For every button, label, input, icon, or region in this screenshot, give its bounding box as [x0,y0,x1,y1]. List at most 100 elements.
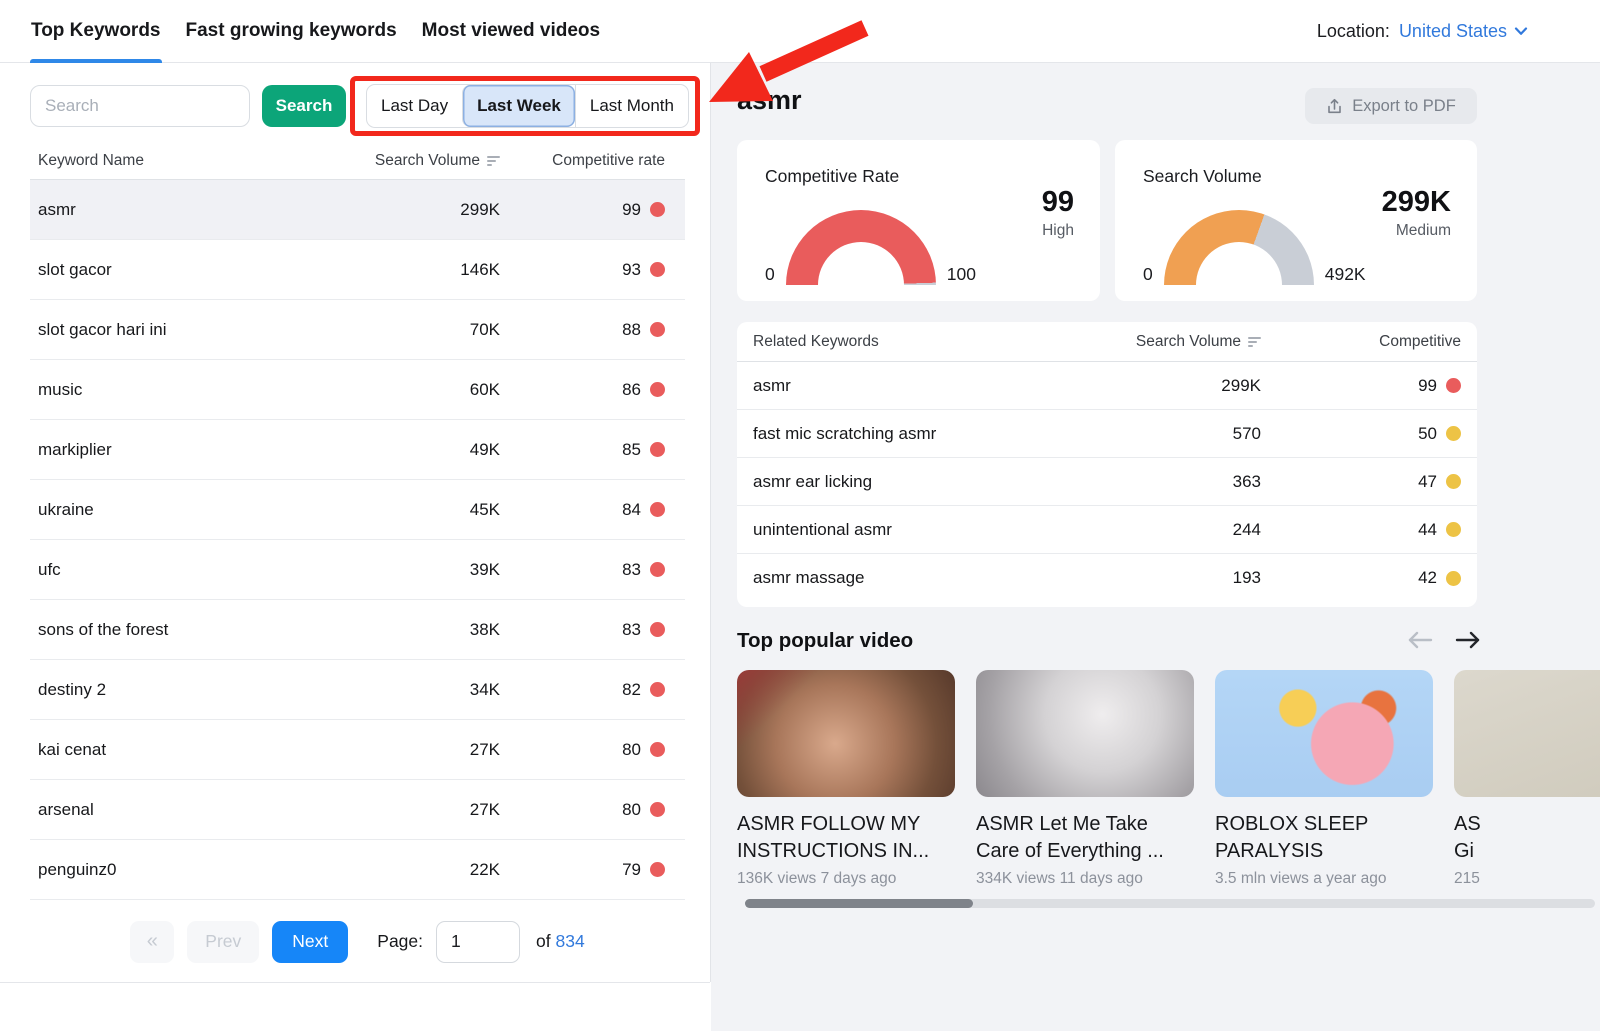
table-row[interactable]: sons of the forest 38K 83 [30,600,685,660]
competitive-rate-gauge [786,210,936,285]
table-row[interactable]: slot gacor 146K 93 [30,240,685,300]
first-page-button[interactable]: « [130,921,174,963]
time-filter-group: Last Day Last Week Last Month [366,84,689,128]
competitive-rate-value: 99 [622,200,641,220]
video-thumbnail [737,670,955,797]
next-page-button[interactable]: Next [272,921,348,963]
prev-page-button[interactable]: Prev [187,921,259,963]
video-card[interactable]: ASGi 215 [1454,670,1600,888]
table-row[interactable]: music 60K 86 [30,360,685,420]
keyword-name: penguinz0 [30,860,330,880]
left-panel-border [0,982,710,983]
competitive-rate-value: 88 [622,320,641,340]
related-keyword-row[interactable]: asmr massage 193 42 [737,554,1477,602]
search-volume-value: 299K [330,200,500,220]
video-title: ROBLOX SLEEPPARALYSIS [1215,811,1433,865]
related-keyword-row[interactable]: asmr ear licking 363 47 [737,458,1477,506]
table-row[interactable]: slot gacor hari ini 70K 88 [30,300,685,360]
competitive-rate-value: 99 [1418,376,1437,396]
gauge-min-label: 0 [1143,264,1153,285]
col-competitive-rate: Competitive rate [500,152,685,170]
filter-last-day[interactable]: Last Day [367,85,462,127]
table-row[interactable]: arsenal 27K 80 [30,780,685,840]
related-keyword-row[interactable]: unintentional asmr 244 44 [737,506,1477,554]
keyword-name: music [30,380,330,400]
competitive-rate-dot [1446,571,1461,586]
competitive-rate-dot [1446,522,1461,537]
table-row[interactable]: destiny 2 34K 82 [30,660,685,720]
video-thumbnail [1454,670,1600,797]
competitive-rate-value: 47 [1418,472,1437,492]
table-row[interactable]: markiplier 49K 85 [30,420,685,480]
col-search-volume: Search Volume [375,152,480,170]
tab-fast-growing-keywords[interactable]: Fast growing keywords [185,0,398,62]
carousel-scrollbar-thumb[interactable] [745,899,973,908]
keyword-name: arsenal [30,800,330,820]
search-volume-value: 570 [1091,424,1261,444]
keyword-table: Keyword Name Search Volume Competitive r… [30,143,685,900]
video-card[interactable]: ROBLOX SLEEPPARALYSIS 3.5 mln views a ye… [1215,670,1433,888]
search-volume-value: 34K [330,680,500,700]
search-volume-value: 45K [330,500,500,520]
search-volume-value: 27K [330,740,500,760]
competitive-rate-dot [1446,378,1461,393]
tab-most-viewed-videos[interactable]: Most viewed videos [421,0,601,62]
carousel-next-button[interactable] [1453,628,1483,655]
video-card[interactable]: ASMR Let Me TakeCare of Everything ... 3… [976,670,1194,888]
search-volume-value: 299K [1091,376,1261,396]
top-popular-video-heading: Top popular video [737,629,913,653]
pagination: « Prev Next Page: of 834 [30,901,685,982]
video-card[interactable]: ASMR FOLLOW MYINSTRUCTIONS IN... 136K vi… [737,670,955,888]
total-pages-link[interactable]: 834 [555,931,584,951]
competitive-rate-value: 83 [622,620,641,640]
keyword-name: asmr [30,200,330,220]
gauge-value: 299K [1382,186,1451,219]
filter-last-week[interactable]: Last Week [462,85,575,127]
location-label: Location: [1317,21,1390,42]
card-title: Search Volume [1143,166,1262,187]
video-meta: 215 [1454,870,1600,888]
competitive-rate-dot [650,742,665,757]
table-row[interactable]: asmr 299K 99 [30,180,685,240]
tab-top-keywords[interactable]: Top Keywords [30,0,162,62]
search-volume-value: 49K [330,440,500,460]
top-nav: Top Keywords Fast growing keywords Most … [0,0,1600,63]
search-volume-value: 27K [330,800,500,820]
carousel-prev-button[interactable] [1405,628,1435,655]
table-row[interactable]: kai cenat 27K 80 [30,720,685,780]
filter-last-month[interactable]: Last Month [575,85,688,127]
related-keyword-row[interactable]: fast mic scratching asmr 570 50 [737,410,1477,458]
sort-descending-icon[interactable] [1248,337,1261,347]
competitive-rate-value: 86 [622,380,641,400]
video-title: ASMR Let Me TakeCare of Everything ... [976,811,1194,865]
sort-descending-icon[interactable] [487,156,500,166]
page-number-input[interactable] [436,921,520,963]
search-volume-value: 60K [330,380,500,400]
competitive-rate-value: 82 [622,680,641,700]
search-volume-value: 146K [330,260,500,280]
carousel-scrollbar[interactable] [745,899,1595,908]
search-volume-value: 363 [1091,472,1261,492]
export-to-pdf-button[interactable]: Export to PDF [1305,88,1477,124]
competitive-rate-value: 44 [1418,520,1437,540]
export-icon [1326,98,1343,115]
table-row[interactable]: penguinz0 22K 79 [30,840,685,900]
competitive-rate-dot [650,562,665,577]
competitive-rate-value: 80 [622,800,641,820]
competitive-rate-value: 50 [1418,424,1437,444]
search-input[interactable] [30,85,250,127]
table-row[interactable]: ukraine 45K 84 [30,480,685,540]
search-volume-gauge [1164,210,1314,285]
keyword-name: asmr massage [753,568,1091,588]
search-button[interactable]: Search [262,85,346,127]
location-selector[interactable]: Location: United States [1317,0,1528,62]
related-keyword-row[interactable]: asmr 299K 99 [737,362,1477,410]
competitive-rate-card: Competitive Rate 0 100 99 High [737,140,1100,301]
gauge-min-label: 0 [765,264,775,285]
related-keywords-header: Related Keywords Search Volume Competiti… [737,322,1477,362]
detail-title: asmr [737,85,802,116]
col-keyword-name: Keyword Name [30,152,330,170]
table-row[interactable]: ufc 39K 83 [30,540,685,600]
competitive-rate-value: 84 [622,500,641,520]
active-tab-underline [30,59,162,63]
